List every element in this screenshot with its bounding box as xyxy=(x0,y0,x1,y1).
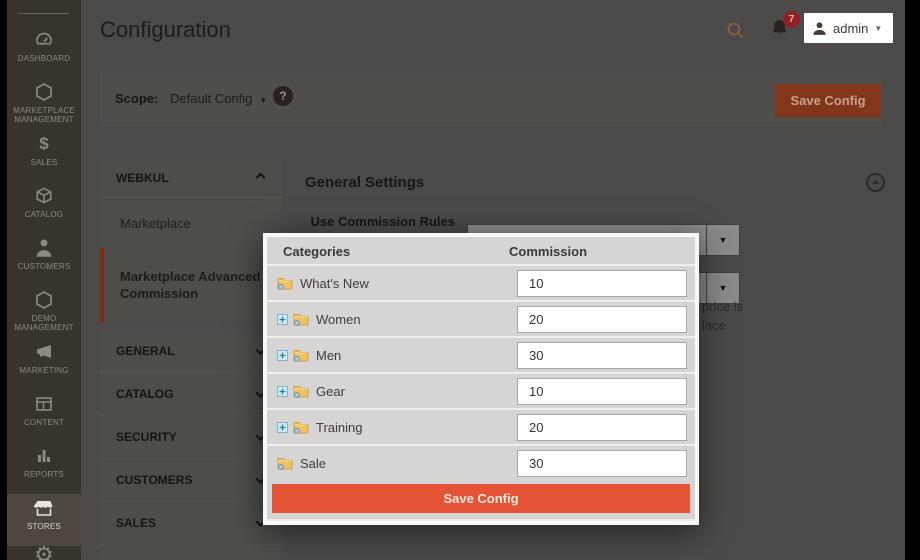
commission-input[interactable] xyxy=(517,414,687,441)
nav-section-security[interactable]: SECURITY xyxy=(100,416,282,459)
category-folder-icon xyxy=(288,312,309,326)
stores-icon xyxy=(33,497,55,519)
catalog-icon xyxy=(34,185,54,207)
category-row-women: Women xyxy=(267,300,695,336)
field-label: Use Commission Rules xyxy=(310,214,456,229)
sidebar-items: DASHBOARD MARKETPLACE MANAGEMENT $ SALES CAT… xyxy=(7,26,81,546)
sidebar-item-customers[interactable]: CUSTOMERS xyxy=(7,234,81,286)
admin-account-menu[interactable]: admin ▼ xyxy=(804,13,893,43)
active-indicator xyxy=(100,248,104,322)
sales-icon: $ xyxy=(39,134,49,153)
nav-section-customers[interactable]: CUSTOMERS xyxy=(100,459,282,502)
config-nav-webkul: WEBKUL Marketplace Marketplace Advanced C… xyxy=(100,158,282,322)
page-title: Configuration xyxy=(100,17,231,42)
categories-column-header: Categories xyxy=(283,244,351,259)
chevron-up-icon xyxy=(255,172,266,183)
category-folder-icon xyxy=(267,456,293,470)
category-name: Women xyxy=(316,311,361,327)
commission-input[interactable] xyxy=(517,342,687,369)
category-folder-icon xyxy=(288,348,309,362)
category-name: Men xyxy=(316,347,342,363)
chevron-down-icon: ▼ xyxy=(874,23,883,33)
sidebar-item-demo-management[interactable]: DEMO MANAGEMENT xyxy=(7,286,81,338)
sidebar-item-catalog[interactable]: CATALOG xyxy=(7,182,81,234)
category-rows: What's New Women Men Gear Training Sale xyxy=(267,264,695,480)
commission-input[interactable] xyxy=(517,378,687,405)
commission-input[interactable] xyxy=(517,450,687,477)
webkul-subitems: Marketplace Marketplace Advanced Commissi… xyxy=(100,198,282,322)
expand-plus-icon[interactable] xyxy=(267,349,288,361)
reports-icon xyxy=(34,445,54,467)
config-nav-sections: GENERAL CATALOG SECURITY CUSTOMERS SALES xyxy=(100,330,282,559)
screenshot-stage: DASHBOARD MARKETPLACE MANAGEMENT $ SALES CAT… xyxy=(0,0,920,560)
expand-plus-icon[interactable] xyxy=(267,421,288,433)
sidebar-divider xyxy=(19,13,69,14)
category-folder-icon xyxy=(288,420,309,434)
search-icon[interactable] xyxy=(726,21,745,40)
chevron-down-icon: ▼ xyxy=(259,96,268,105)
marketplace-icon xyxy=(34,81,54,103)
commission-input[interactable] xyxy=(517,306,687,333)
demo-management-icon xyxy=(34,289,54,311)
dashboard-icon xyxy=(34,29,54,51)
sidebar-item-marketing[interactable]: MARKETING xyxy=(7,338,81,390)
category-name: Gear xyxy=(316,383,345,399)
category-row-training: Training xyxy=(267,408,695,444)
nav-item-marketplace[interactable]: Marketplace xyxy=(100,198,282,248)
main-menu-sidebar: DASHBOARD MARKETPLACE MANAGEMENT $ SALES CAT… xyxy=(7,0,81,560)
system-gear-icon[interactable]: ⚙ xyxy=(7,542,81,560)
admin-app: DASHBOARD MARKETPLACE MANAGEMENT $ SALES CAT… xyxy=(7,0,905,560)
commission-column-header: Commission xyxy=(509,244,588,259)
notification-count-badge: 7 xyxy=(783,11,800,28)
modal-divider xyxy=(267,519,695,521)
category-name: What's New xyxy=(300,275,369,291)
sidebar-item-sales[interactable]: $ SALES xyxy=(7,130,81,182)
customers-icon xyxy=(35,237,53,259)
commission-input[interactable] xyxy=(517,270,687,297)
modal-header: Categories Commission xyxy=(267,237,695,264)
category-row-what-s-new: What's New xyxy=(267,264,695,300)
scope-bar: Scope: Default Config ▼ ? Save Config xyxy=(100,72,881,126)
save-config-button[interactable]: Save Config xyxy=(775,84,881,117)
category-commission-modal: Categories Commission What's New Women Men… xyxy=(263,233,699,525)
scope-label: Scope: xyxy=(115,91,159,106)
sidebar-item-content[interactable]: CONTENT xyxy=(7,390,81,442)
collapse-section-icon[interactable] xyxy=(866,173,885,192)
category-row-men: Men xyxy=(267,336,695,372)
section-title: General Settings xyxy=(305,174,425,191)
sidebar-item-marketplace-management[interactable]: MARKETPLACE MANAGEMENT xyxy=(7,78,81,130)
nav-section-webkul[interactable]: WEBKUL xyxy=(100,158,282,198)
user-icon xyxy=(813,21,826,35)
category-folder-icon xyxy=(267,276,293,290)
content-icon xyxy=(34,393,54,415)
category-row-gear: Gear xyxy=(267,372,695,408)
nav-section-catalog[interactable]: CATALOG xyxy=(100,373,282,416)
category-row-sale: Sale xyxy=(267,444,695,480)
help-icon[interactable]: ? xyxy=(273,86,293,106)
admin-username: admin xyxy=(833,20,869,36)
category-name: Training xyxy=(316,419,363,435)
chevron-down-icon: ▼ xyxy=(706,225,739,255)
category-name: Sale xyxy=(300,455,327,471)
nav-section-sales[interactable]: SALES xyxy=(100,502,282,545)
marketing-icon xyxy=(34,341,54,363)
scope-switcher[interactable]: Default Config ▼ xyxy=(170,91,267,106)
nav-item-marketplace-advanced-commission[interactable]: Marketplace Advanced Commission xyxy=(100,248,282,322)
expand-plus-icon[interactable] xyxy=(267,385,288,397)
sidebar-item-stores[interactable]: STORES xyxy=(7,494,81,546)
field-note: price is lace xyxy=(702,299,744,333)
nav-section-partial xyxy=(100,545,282,559)
category-folder-icon xyxy=(288,384,309,398)
modal-save-config-button[interactable]: Save Config xyxy=(272,484,690,513)
sidebar-item-reports[interactable]: REPORTS xyxy=(7,442,81,494)
nav-section-general[interactable]: GENERAL xyxy=(100,330,282,373)
sidebar-item-dashboard[interactable]: DASHBOARD xyxy=(7,26,81,78)
expand-plus-icon[interactable] xyxy=(267,313,288,325)
